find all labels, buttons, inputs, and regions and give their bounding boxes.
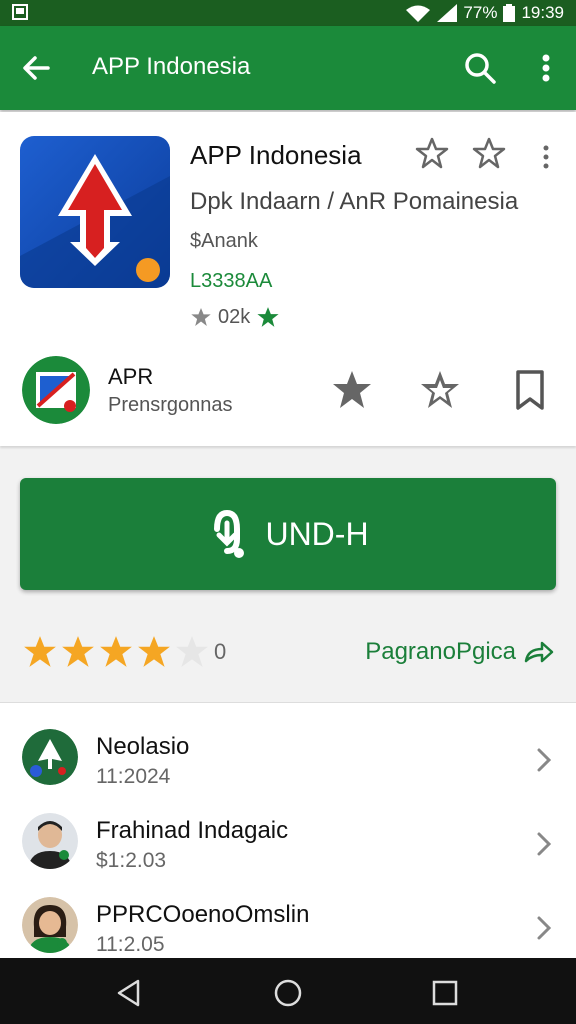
status-bar: 77% 19:39 <box>0 0 576 26</box>
app-details-card: APP Indonesia Dpk Indaarn / AnR Pomaines… <box>0 112 576 446</box>
item-avatar <box>22 897 78 953</box>
chevron-right-icon <box>537 832 552 856</box>
bookmark-icon[interactable] <box>508 368 552 412</box>
app-code: L3338AA <box>190 270 273 292</box>
star-outline-icon[interactable] <box>472 136 506 170</box>
details-link[interactable]: PagranoPgica <box>365 638 554 666</box>
clock: 19:39 <box>521 3 564 22</box>
star-green-icon <box>257 307 279 327</box>
star-filled-icon <box>24 636 56 667</box>
star-empty-icon <box>176 636 208 667</box>
details-link-label: PagranoPgica <box>365 638 516 665</box>
list-item[interactable]: Frahinad Indagaic $1:2.03 <box>0 795 576 879</box>
card-more-icon[interactable] <box>536 144 556 170</box>
battery-percent: 77% <box>463 3 498 22</box>
star-outline-icon[interactable] <box>415 136 449 170</box>
rate-star-icon[interactable] <box>330 368 374 412</box>
back-arrow-icon[interactable] <box>18 50 54 86</box>
chevron-right-icon <box>537 748 552 772</box>
app-price: $Anank <box>190 230 258 252</box>
star-filled-icon <box>62 636 94 667</box>
item-meta: 11:2.05 <box>96 933 165 956</box>
chevron-right-icon <box>537 916 552 940</box>
share-arrow-icon <box>524 641 554 663</box>
install-label: UND-H <box>265 515 369 552</box>
nav-back-icon[interactable] <box>114 978 144 1008</box>
rating-value: 0 <box>214 639 227 664</box>
publisher-name: APR <box>108 364 154 389</box>
item-avatar <box>22 729 78 785</box>
app-description: Dpk Indaarn / AnR Pomainesia <box>190 188 519 215</box>
more-options-icon[interactable] <box>530 48 562 88</box>
install-button[interactable]: UND-H <box>20 478 556 590</box>
item-name: Neolasio <box>96 733 190 760</box>
system-nav-bar <box>0 958 576 1024</box>
app-rating-summary: 02k <box>190 305 280 329</box>
image-notification-icon <box>12 4 28 20</box>
star-filled-icon <box>191 307 211 327</box>
rating-count: 02k <box>218 305 251 328</box>
publisher-avatar[interactable] <box>22 356 90 424</box>
item-meta: $1:2.03 <box>96 849 167 872</box>
battery-icon <box>503 4 516 22</box>
related-list: Neolasio 11:2024 Frahinad Indagaic $1:2.… <box>0 702 576 959</box>
rating-stars[interactable]: 0 <box>22 634 226 670</box>
wifi-icon <box>406 5 431 22</box>
item-meta: 11:2024 <box>96 765 171 788</box>
favorite-star-icon[interactable] <box>418 368 462 412</box>
page-title: APP Indonesia <box>92 53 251 80</box>
nav-home-icon[interactable] <box>273 978 303 1008</box>
star-filled-icon <box>100 636 132 667</box>
item-name: PPRCOoenoOmslin <box>96 901 310 928</box>
download-icon <box>214 509 245 558</box>
item-avatar <box>22 813 78 869</box>
app-logo-icon <box>20 136 170 288</box>
publisher-subtitle: Prensrgonnas <box>108 394 233 416</box>
list-item[interactable]: Neolasio 11:2024 <box>0 711 576 795</box>
app-bar: APP Indonesia <box>0 26 576 110</box>
item-name: Frahinad Indagaic <box>96 817 289 844</box>
search-icon[interactable] <box>460 48 500 88</box>
list-item[interactable]: PPRCOoenoOmslin 11:2.05 <box>0 879 576 963</box>
signal-icon <box>437 4 458 22</box>
star-filled-icon <box>138 636 170 667</box>
nav-recents-icon[interactable] <box>430 978 460 1008</box>
app-name: APP Indonesia <box>190 140 362 170</box>
